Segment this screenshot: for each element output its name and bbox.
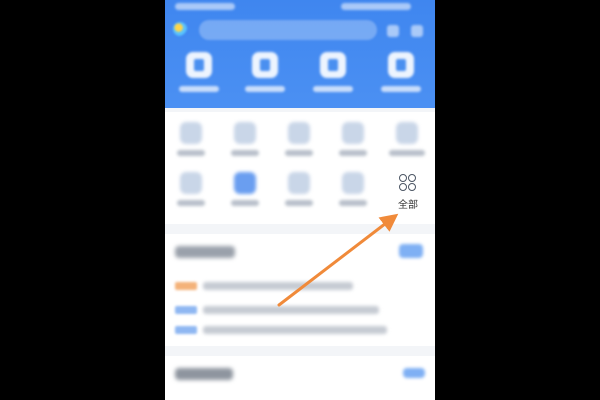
grid-item[interactable] [221,120,269,166]
quick-action-icon [186,52,212,78]
service-label [285,150,313,156]
grid-item[interactable] [329,120,377,166]
service-label [285,200,313,206]
hot-section-action[interactable] [403,368,425,378]
quick-action-label [313,86,353,92]
hot-section-card [165,356,435,400]
grid-item[interactable] [275,170,323,216]
grid-four-circles-icon [399,174,417,192]
quick-action-label [179,86,219,92]
list-item[interactable] [175,326,425,334]
quick-action-icon [388,52,414,78]
phone-screen: 全部 [165,0,435,400]
service-label [231,200,259,206]
message-icon[interactable] [411,25,423,37]
quick-action-4[interactable] [377,52,425,102]
service-icon [180,122,202,144]
quick-action-2[interactable] [241,52,289,102]
quick-action-label [245,86,285,92]
app-logo-icon [173,22,187,36]
grid-item[interactable] [329,170,377,216]
status-bar [165,0,435,14]
quick-action-label [381,86,421,92]
service-icon [288,172,310,194]
service-icon [342,122,364,144]
grid-item[interactable] [167,170,215,216]
service-icon [234,172,256,194]
service-label [339,200,367,206]
scan-icon[interactable] [387,25,399,37]
grid-item[interactable] [167,120,215,166]
service-icon [342,172,364,194]
quick-action-1[interactable] [175,52,223,102]
service-label [339,150,367,156]
all-services-button[interactable]: 全部 [387,172,431,212]
service-icon [396,122,418,144]
service-icon [234,122,256,144]
app-header [165,0,435,108]
quick-action-icon [320,52,346,78]
top-bar [165,16,435,44]
service-icon [180,172,202,194]
grid-item[interactable] [221,170,269,216]
search-bar[interactable] [199,20,377,40]
grid-item[interactable] [383,120,431,166]
service-label [231,150,259,156]
list-item[interactable] [175,306,425,314]
service-label [389,150,425,156]
service-label [177,150,205,156]
grid-item[interactable] [275,120,323,166]
service-label [177,200,205,206]
search-history-action[interactable] [399,244,423,258]
service-icon [288,122,310,144]
search-history-title [175,246,235,258]
all-services-label: 全部 [398,200,418,211]
hot-section-title [175,368,233,380]
quick-action-icon [252,52,278,78]
quick-action-3[interactable] [309,52,357,102]
list-item[interactable] [175,282,425,290]
search-history-card [165,234,435,346]
